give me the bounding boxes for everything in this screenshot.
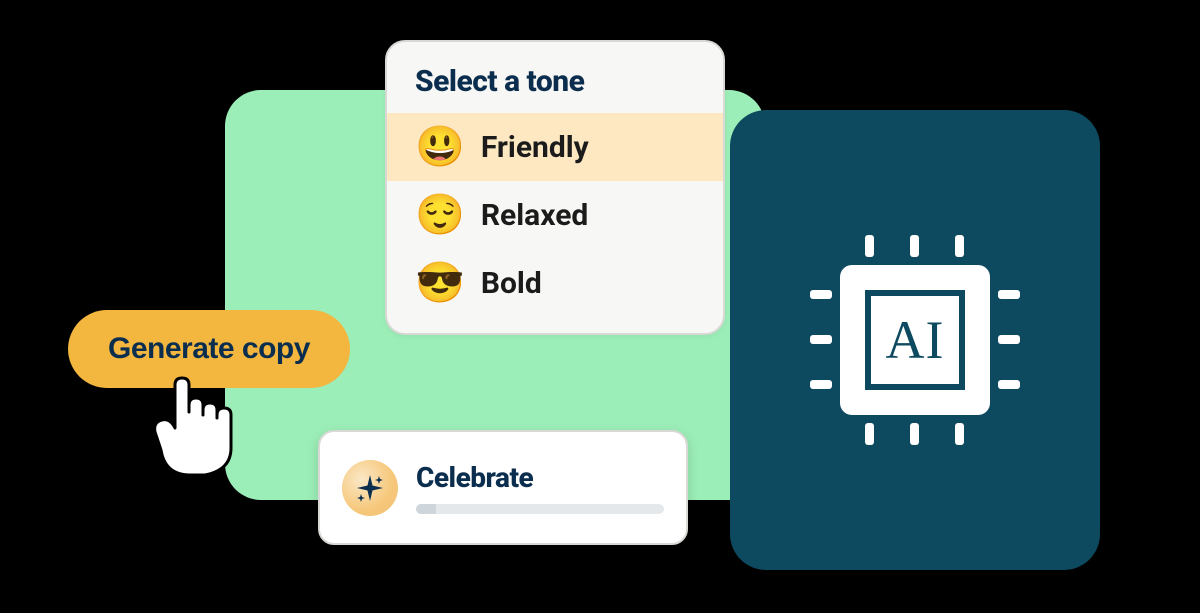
celebrate-card[interactable]: Celebrate <box>318 430 688 545</box>
tone-selector-title: Select a tone <box>387 64 723 113</box>
tone-selector-panel: Select a tone 😃 Friendly 😌 Relaxed 😎 Bol… <box>385 40 725 335</box>
tone-option-label: Bold <box>481 266 542 301</box>
smile-emoji-icon: 😃 <box>415 127 465 167</box>
ai-chip-label: AI <box>865 290 965 390</box>
tone-option-bold[interactable]: 😎 Bold <box>387 249 723 317</box>
generate-copy-button-label: Generate copy <box>108 332 310 365</box>
ai-panel: AI <box>730 110 1100 570</box>
tone-option-relaxed[interactable]: 😌 Relaxed <box>387 181 723 249</box>
tone-option-label: Friendly <box>481 130 589 165</box>
tone-option-label: Relaxed <box>481 198 588 233</box>
chip-icon: AI <box>805 230 1025 450</box>
generate-copy-button[interactable]: Generate copy <box>68 310 350 388</box>
sunglasses-emoji-icon: 😎 <box>415 263 465 303</box>
relieved-emoji-icon: 😌 <box>415 195 465 235</box>
celebrate-progress-bar <box>416 504 664 514</box>
sparkle-icon <box>342 460 398 516</box>
celebrate-card-title: Celebrate <box>416 461 664 494</box>
tone-option-friendly[interactable]: 😃 Friendly <box>387 113 723 181</box>
